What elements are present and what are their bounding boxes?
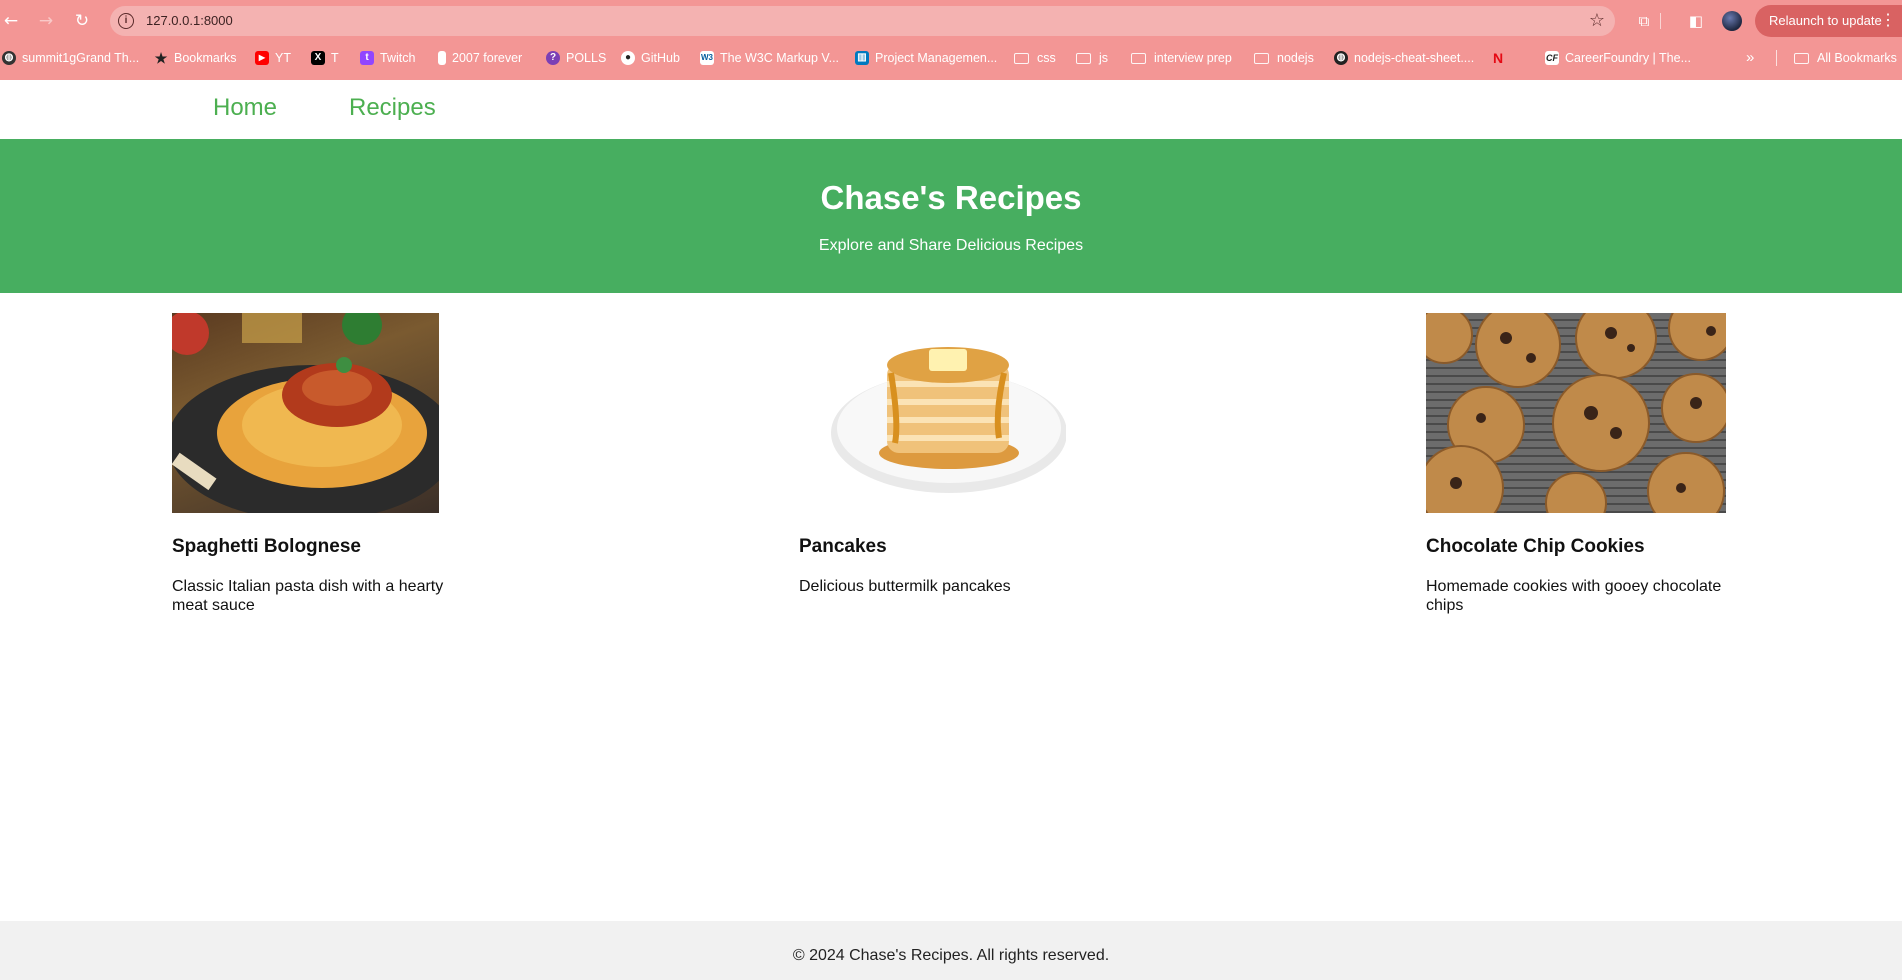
bookmark-item[interactable]: CF CareerFoundry | The... <box>1545 48 1691 68</box>
globe-icon: ◍ <box>2 51 16 65</box>
bookmark-label: interview prep <box>1154 51 1232 65</box>
folder-icon <box>1794 52 1809 64</box>
bookmark-label: All Bookmarks <box>1817 51 1897 65</box>
bookmark-label: Twitch <box>380 51 416 65</box>
bookmark-item[interactable]: ● GitHub <box>621 48 680 68</box>
relaunch-label: Relaunch to update <box>1769 13 1882 28</box>
bookmark-item[interactable]: ★ Bookmarks <box>154 48 237 68</box>
reload-icon[interactable]: ↻ <box>71 10 93 32</box>
bookmark-label: nodejs <box>1277 51 1314 65</box>
bookmark-folder[interactable]: nodejs <box>1254 48 1314 68</box>
bookmark-label: T <box>331 51 339 65</box>
site-nav: Home Recipes <box>0 80 1902 139</box>
bookmark-item[interactable]: XT <box>311 48 339 68</box>
page-title: Chase's Recipes <box>820 179 1082 216</box>
github-icon: ● <box>621 51 635 65</box>
bookmark-item[interactable]: N <box>1491 48 1511 68</box>
bookmarks-divider <box>1776 50 1777 66</box>
bookmark-folder[interactable]: js <box>1076 48 1108 68</box>
recipe-description: Delicious buttermilk pancakes <box>799 578 1011 595</box>
url-text[interactable]: 127.0.0.1:8000 <box>146 13 233 28</box>
recipe-title[interactable]: Pancakes <box>799 536 887 558</box>
recipe-card[interactable]: Pancakes Delicious buttermilk pancakes <box>799 313 1089 595</box>
bookmark-label: YT <box>275 51 291 65</box>
toolbar-divider <box>1660 13 1661 29</box>
all-bookmarks-folder[interactable]: All Bookmarks <box>1794 48 1897 68</box>
youtube-icon: ▶ <box>255 51 269 65</box>
bookmark-star-icon[interactable]: ☆ <box>1589 10 1605 31</box>
bookmark-label: Bookmarks <box>174 51 237 65</box>
footer: © 2024 Chase's Recipes. All rights reser… <box>0 921 1902 980</box>
bookmark-label: 2007 forever <box>452 51 523 65</box>
folder-icon <box>1131 52 1146 64</box>
pancakes-photo <box>799 313 1066 513</box>
side-panel-icon[interactable]: ◧ <box>1685 10 1707 32</box>
bookmark-item[interactable]: t Twitch <box>360 48 415 68</box>
folder-icon <box>1014 52 1029 64</box>
folder-icon <box>1076 52 1091 64</box>
nav-link-home[interactable]: Home <box>213 94 277 122</box>
bookmark-label: nodejs-cheat-sheet.... <box>1354 51 1475 65</box>
bookmark-item[interactable]: ? POLLS <box>546 48 606 68</box>
menu-dots-icon[interactable]: ⋮ <box>1880 5 1896 37</box>
poll-icon: ? <box>546 51 560 65</box>
bookmark-label: GitHub <box>641 51 680 65</box>
folder-icon <box>1254 52 1269 64</box>
recipe-card[interactable]: Spaghetti Bolognese Classic Italian past… <box>172 313 462 614</box>
bookmark-folder[interactable]: interview prep <box>1131 48 1232 68</box>
bookmark-label: The W3C Markup V... <box>720 51 840 65</box>
footer-copyright: © 2024 Chase's Recipes. All rights reser… <box>792 947 1110 964</box>
cookies-illustration <box>1426 313 1726 513</box>
bookmark-label: CareerFoundry | The... <box>1565 51 1691 65</box>
relaunch-button[interactable]: Relaunch to update ⋮ <box>1755 5 1902 37</box>
hero-banner: Chase's Recipes Explore and Share Delici… <box>0 139 1902 293</box>
bookmark-item[interactable]: ▥ Project Managemen... <box>855 48 997 68</box>
page-subtitle: Explore and Share Delicious Recipes <box>818 237 1084 254</box>
site-info-icon[interactable]: i <box>118 13 134 29</box>
more-bookmarks-icon[interactable]: » <box>1746 48 1754 68</box>
recipe-description: Classic Italian pasta dish with a hearty… <box>172 578 444 614</box>
trello-icon: ▥ <box>855 51 869 65</box>
careerfoundry-icon: CF <box>1545 51 1559 65</box>
bookmark-item[interactable]: ◍ nodejs-cheat-sheet.... <box>1334 48 1474 68</box>
recipe-card[interactable]: Chocolate Chip Cookies Homemade cookies … <box>1426 313 1726 614</box>
bookmark-label: css <box>1037 51 1056 65</box>
phone-icon <box>438 51 446 65</box>
pancakes-illustration <box>831 347 1066 493</box>
address-bar[interactable]: i 127.0.0.1:8000 ☆ <box>110 6 1615 36</box>
spaghetti-bolognese-photo <box>172 313 439 513</box>
forward-icon[interactable]: → <box>35 10 57 32</box>
twitch-icon: t <box>360 51 374 65</box>
bookmark-item[interactable]: ◍ summit1gGrand Th... <box>2 48 139 68</box>
nav-link-recipes[interactable]: Recipes <box>349 94 436 122</box>
netflix-icon: N <box>1492 50 1504 66</box>
w3c-icon: W3 <box>700 51 714 65</box>
bookmark-label: Project Managemen... <box>875 51 998 65</box>
bookmark-label: js <box>1099 51 1109 65</box>
bookmark-folder[interactable]: css <box>1014 48 1056 68</box>
profile-avatar[interactable] <box>1722 11 1742 31</box>
back-icon[interactable]: ← <box>0 10 22 32</box>
bookmark-label: summit1gGrand Th... <box>22 51 140 65</box>
globe-icon: ◍ <box>1334 51 1348 65</box>
extensions-icon[interactable]: ⧉ <box>1633 10 1655 32</box>
spaghetti-illustration <box>172 313 439 513</box>
star-icon: ★ <box>154 50 168 66</box>
bookmark-item[interactable]: 2007 forever <box>438 48 522 68</box>
bookmark-label: POLLS <box>566 51 607 65</box>
browser-chrome: ← → ↻ i 127.0.0.1:8000 ☆ ⧉ ◧ Relaunch to… <box>0 0 1902 80</box>
browser-toolbar: ← → ↻ i 127.0.0.1:8000 ☆ ⧉ ◧ Relaunch to… <box>0 0 1902 42</box>
x-icon: X <box>311 51 325 65</box>
recipe-title[interactable]: Spaghetti Bolognese <box>172 536 361 558</box>
cookies-photo <box>1426 313 1726 513</box>
bookmark-item[interactable]: W3 The W3C Markup V... <box>700 48 839 68</box>
bookmark-item[interactable]: ▶ YT <box>255 48 291 68</box>
bookmarks-bar: ◍ summit1gGrand Th... ★ Bookmarks ▶ YT XT t… <box>0 48 1902 70</box>
recipe-description: Homemade cookies with gooey chocolate ch… <box>1426 578 1722 614</box>
recipe-title[interactable]: Chocolate Chip Cookies <box>1426 536 1645 558</box>
